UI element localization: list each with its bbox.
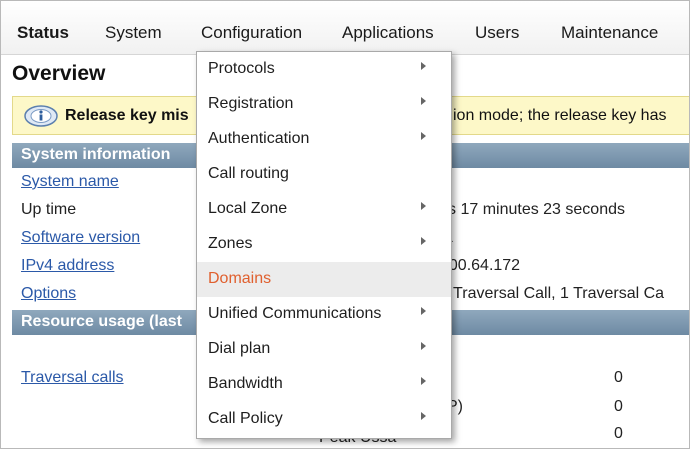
submenu-arrow-icon [421, 307, 426, 315]
ipv4-address-link[interactable]: IPv4 address [21, 257, 114, 275]
info-icon [24, 105, 58, 127]
dropdown-item-local-zone[interactable]: Local Zone [197, 192, 451, 227]
menu-applications[interactable]: Applications [342, 23, 434, 43]
dropdown-item-dial-plan[interactable]: Dial plan [197, 332, 451, 367]
submenu-arrow-icon [421, 202, 426, 210]
menu-users[interactable]: Users [475, 23, 519, 43]
banner-text-left: Release key mis [65, 107, 189, 124]
resource-value-3: 0 [614, 425, 623, 442]
submenu-arrow-icon [421, 62, 426, 70]
dropdown-item-label: Local Zone [208, 200, 288, 217]
configuration-dropdown-menu: Protocols Registration Authentication Ca… [196, 51, 452, 439]
dropdown-item-zones[interactable]: Zones [197, 227, 451, 262]
dropdown-item-label: Unified Communications [208, 305, 382, 322]
app-window: Status System Configuration Applications… [0, 0, 690, 449]
dropdown-item-registration[interactable]: Registration [197, 87, 451, 122]
dropdown-item-label: Protocols [208, 60, 275, 77]
submenu-arrow-icon [421, 412, 426, 420]
menu-system[interactable]: System [105, 23, 162, 43]
dropdown-item-label: Call Policy [208, 410, 283, 427]
dropdown-item-bandwidth[interactable]: Bandwidth [197, 367, 451, 402]
banner-text-right: ion mode; the release key has [453, 107, 667, 124]
dropdown-item-label: Zones [208, 235, 253, 252]
menu-maintenance[interactable]: Maintenance [561, 23, 658, 43]
submenu-arrow-icon [421, 342, 426, 350]
menu-status[interactable]: Status [17, 23, 69, 43]
dropdown-item-call-routing[interactable]: Call routing [197, 157, 451, 192]
dropdown-item-domains[interactable]: Domains [197, 262, 451, 297]
up-time-value: ys 17 minutes 23 seconds [440, 201, 625, 218]
submenu-arrow-icon [421, 97, 426, 105]
page-title: Overview [12, 62, 106, 85]
resource-value-2: 0 [614, 398, 623, 415]
software-version-link[interactable]: Software version [21, 229, 140, 247]
system-information-title: System information [21, 146, 171, 163]
dropdown-item-call-policy[interactable]: Call Policy [197, 402, 451, 437]
dropdown-item-label: Registration [208, 95, 294, 112]
dropdown-item-authentication[interactable]: Authentication [197, 122, 451, 157]
ipv4-address-value: 100.64.172 [440, 257, 521, 274]
menu-configuration[interactable]: Configuration [201, 23, 302, 43]
dropdown-item-label: Domains [208, 270, 272, 287]
dropdown-item-label: Authentication [208, 130, 310, 147]
resource-usage-title: Resource usage (last [21, 313, 182, 330]
submenu-arrow-icon [421, 132, 426, 140]
dropdown-item-label: Call routing [208, 165, 289, 182]
up-time-label: Up time [21, 201, 77, 218]
dropdown-item-label: Dial plan [208, 340, 271, 357]
dropdown-item-label: Bandwidth [208, 375, 283, 392]
dropdown-item-protocols[interactable]: Protocols [197, 52, 451, 87]
traversal-calls-link[interactable]: Traversal calls [21, 369, 124, 387]
main-menu-bar: Status System Configuration Applications… [1, 1, 689, 55]
submenu-arrow-icon [421, 377, 426, 385]
options-value: n Traversal Call, 1 Traversal Ca [440, 285, 665, 302]
options-link[interactable]: Options [21, 285, 76, 303]
resource-value-1: 0 [614, 369, 623, 386]
system-name-link[interactable]: System name [21, 173, 119, 191]
submenu-arrow-icon [421, 237, 426, 245]
dropdown-item-unified-communications[interactable]: Unified Communications [197, 297, 451, 332]
